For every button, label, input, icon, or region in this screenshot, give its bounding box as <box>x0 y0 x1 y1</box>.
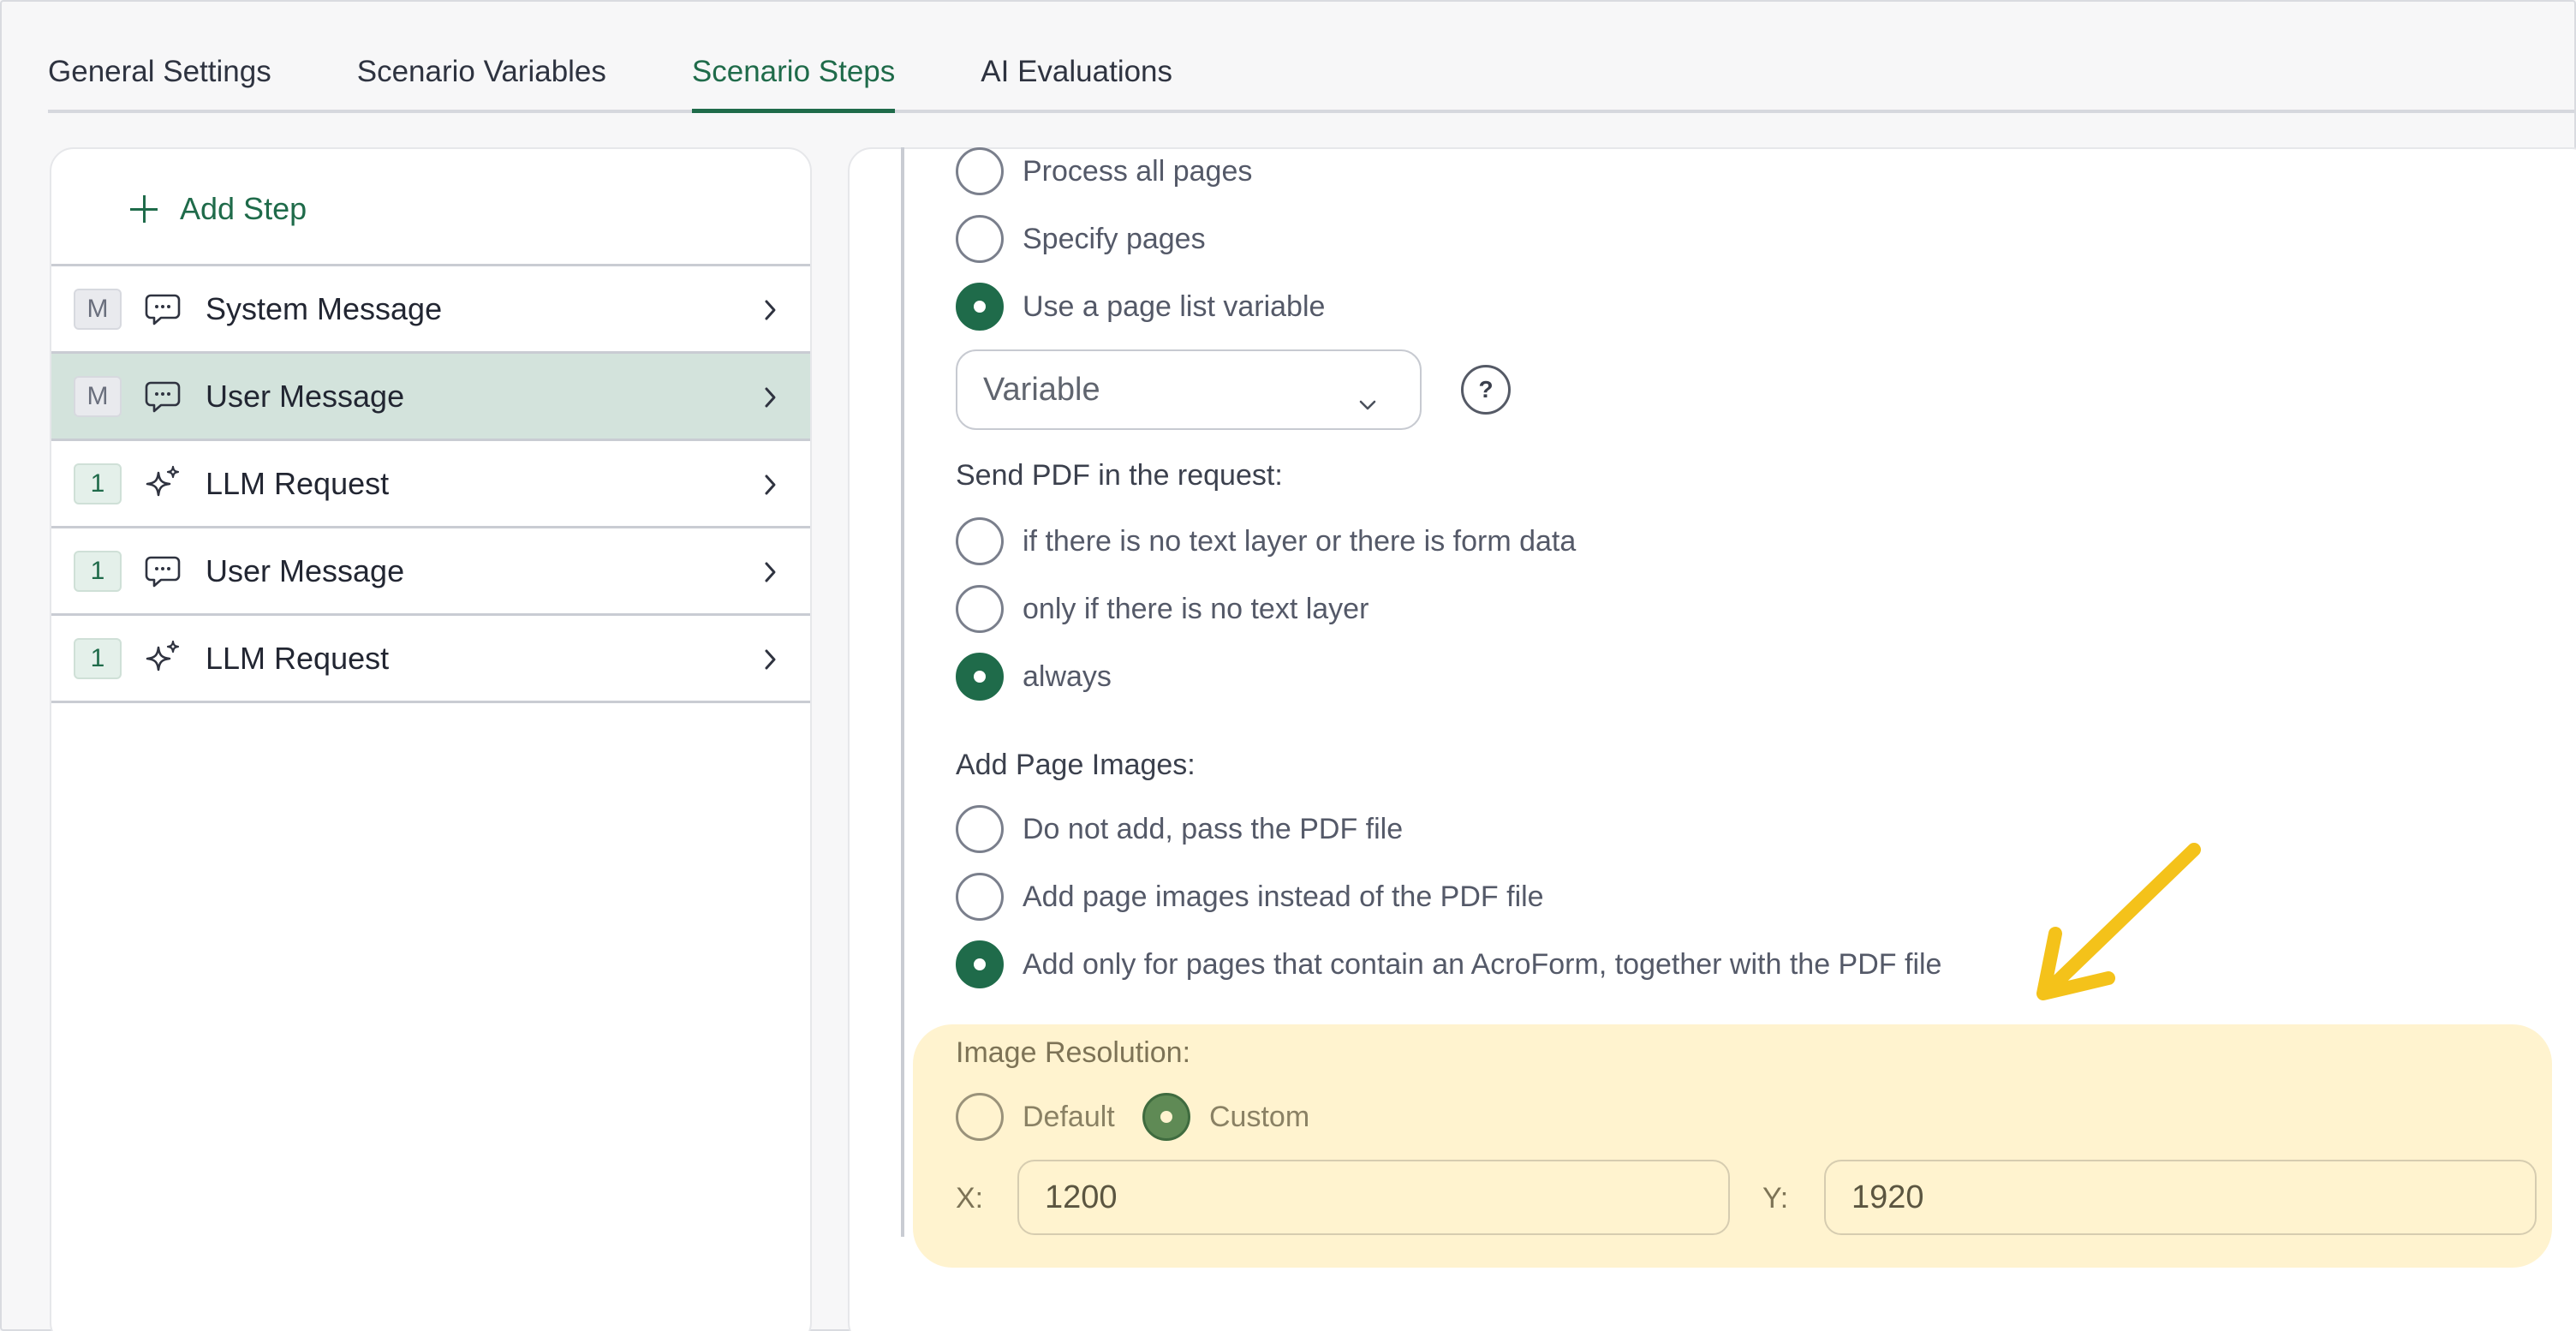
radio-add-page-images-instead[interactable]: Add page images instead of the PDF file <box>956 871 1544 922</box>
step-row-user-message[interactable]: M User Message <box>51 354 810 441</box>
send-pdf-label: Send PDF in the request: <box>956 459 1283 492</box>
add-step-label: Add Step <box>180 191 307 226</box>
step-row-llm-request-2[interactable]: 1 LLM Request <box>51 616 810 703</box>
step-badge: 1 <box>74 637 122 679</box>
variable-select[interactable]: Variable <box>956 349 1422 430</box>
resolution-y-input[interactable]: 1920 <box>1824 1160 2537 1235</box>
tab-bar: General Settings Scenario Variables Scen… <box>48 2 2574 113</box>
chevron-right-icon <box>762 647 779 677</box>
radio-button-selected[interactable] <box>1142 1093 1190 1141</box>
radio-label: only if there is no text layer <box>1023 592 1369 625</box>
radio-button-selected[interactable] <box>956 283 1004 331</box>
radio-label: Default <box>1023 1100 1115 1133</box>
resolution-x-label: X: <box>956 1182 984 1215</box>
radio-button[interactable] <box>956 1093 1004 1141</box>
radio-specify-pages[interactable]: Specify pages <box>956 213 1206 265</box>
step-badge: M <box>74 375 122 417</box>
image-resolution-label: Image Resolution: <box>956 1036 1191 1069</box>
radio-label: Do not add, pass the PDF file <box>1023 812 1404 845</box>
add-step-button[interactable]: Add Step <box>128 183 307 235</box>
steps-panel: Add Step M System Message M User Message <box>50 147 812 1331</box>
radio-button-selected[interactable] <box>956 653 1004 701</box>
tab-general-settings[interactable]: General Settings <box>48 55 271 110</box>
resolution-x-value: 1200 <box>1045 1179 1118 1215</box>
radio-label: Process all pages <box>1023 154 1253 188</box>
resolution-y-value: 1920 <box>1852 1179 1924 1215</box>
chevron-right-icon <box>762 559 779 589</box>
add-page-images-label: Add Page Images: <box>956 749 1196 781</box>
annotation-arrow-icon <box>2023 841 2211 1017</box>
tab-ai-evaluations[interactable]: AI Evaluations <box>981 55 1172 110</box>
resolution-y-label: Y: <box>1762 1182 1789 1215</box>
radio-add-only-acroform[interactable]: Add only for pages that contain an AcroF… <box>956 939 1941 990</box>
sparkles-icon <box>142 638 183 679</box>
section-divider <box>901 147 904 1237</box>
tab-scenario-variables[interactable]: Scenario Variables <box>357 55 606 110</box>
radio-label: Custom <box>1209 1100 1310 1133</box>
step-badge: 1 <box>74 463 122 504</box>
step-list: M System Message M User Message 1 LLM Re… <box>51 264 810 703</box>
chevron-right-icon <box>762 385 779 415</box>
chat-bubble-icon <box>142 376 183 417</box>
chevron-right-icon <box>762 472 779 502</box>
radio-label: if there is no text layer or there is fo… <box>1023 524 1577 558</box>
radio-button[interactable] <box>956 147 1004 195</box>
radio-resolution-custom[interactable]: Custom <box>1142 1091 1309 1143</box>
step-badge: 1 <box>74 550 122 592</box>
chat-bubble-icon <box>142 551 183 592</box>
step-badge: M <box>74 288 122 330</box>
radio-label: Use a page list variable <box>1023 289 1326 323</box>
radio-send-pdf-no-text[interactable]: only if there is no text layer <box>956 583 1368 635</box>
radio-button[interactable] <box>956 873 1004 921</box>
radio-send-pdf-always[interactable]: always <box>956 651 1112 702</box>
step-label: System Message <box>206 290 443 326</box>
help-icon[interactable]: ? <box>1461 365 1511 415</box>
radio-label: Add page images instead of the PDF file <box>1023 880 1544 913</box>
radio-process-all-pages[interactable]: Process all pages <box>956 146 1252 197</box>
app-window: General Settings Scenario Variables Scen… <box>0 0 2576 1331</box>
chat-bubble-icon <box>142 289 183 330</box>
chevron-down-icon <box>1358 384 1377 421</box>
chevron-right-icon <box>762 297 779 327</box>
radio-button[interactable] <box>956 517 1004 565</box>
radio-use-page-list-variable[interactable]: Use a page list variable <box>956 281 1325 332</box>
radio-button[interactable] <box>956 215 1004 263</box>
radio-label: Specify pages <box>1023 222 1206 255</box>
resolution-x-input[interactable]: 1200 <box>1017 1160 1730 1235</box>
radio-button-selected[interactable] <box>956 940 1004 988</box>
radio-button[interactable] <box>956 585 1004 633</box>
step-row-system-message[interactable]: M System Message <box>51 266 810 354</box>
radio-label: always <box>1023 660 1112 693</box>
step-label: LLM Request <box>206 465 390 501</box>
step-label: User Message <box>206 378 405 414</box>
step-label: User Message <box>206 552 405 588</box>
sparkles-icon <box>142 463 183 504</box>
plus-icon <box>128 194 159 224</box>
variable-select-value: Variable <box>983 371 1100 408</box>
step-row-user-message-2[interactable]: 1 User Message <box>51 528 810 616</box>
step-row-llm-request[interactable]: 1 LLM Request <box>51 441 810 528</box>
radio-do-not-add[interactable]: Do not add, pass the PDF file <box>956 803 1403 855</box>
radio-label: Add only for pages that contain an AcroF… <box>1023 947 1942 981</box>
radio-button[interactable] <box>956 805 1004 853</box>
step-label: LLM Request <box>206 640 390 676</box>
radio-send-pdf-no-text-or-form[interactable]: if there is no text layer or there is fo… <box>956 516 1576 567</box>
radio-resolution-default[interactable]: Default <box>956 1091 1115 1143</box>
tab-scenario-steps[interactable]: Scenario Steps <box>691 55 896 113</box>
